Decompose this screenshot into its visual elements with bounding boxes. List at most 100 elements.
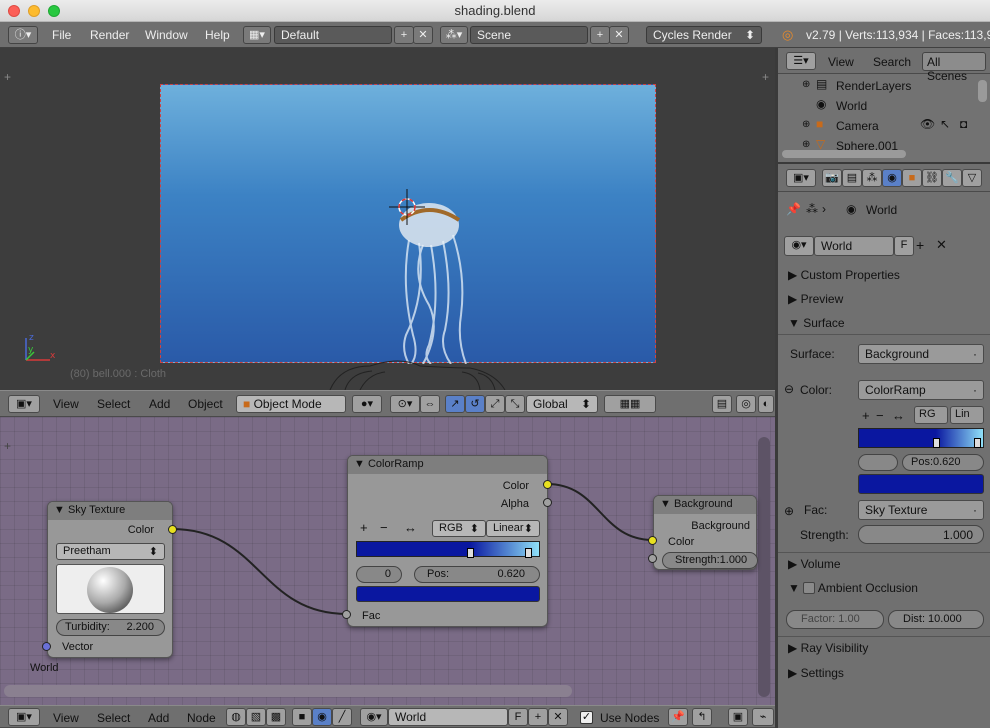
outliner-editor-icon[interactable]: ☰▾ (786, 52, 816, 70)
unlink-world-icon[interactable]: ✕ (548, 708, 568, 726)
ramp-pos-field[interactable]: Pos:0.620 (902, 454, 984, 471)
ramp-remove-stop-icon[interactable]: − (876, 408, 884, 423)
add-scene-icon[interactable]: + (590, 26, 610, 44)
add-world-icon[interactable]: + (528, 708, 548, 726)
shader-type-compositor-icon[interactable]: ▧ (246, 708, 266, 726)
section-ambient-occlusion[interactable]: ▼ Ambient Occlusion (788, 581, 918, 595)
layout-field[interactable]: Default (274, 26, 392, 44)
ramp-stop-handle[interactable] (467, 548, 474, 558)
section-custom-properties[interactable]: ▶ Custom Properties (788, 268, 900, 282)
menu-file[interactable]: File (52, 28, 71, 42)
outliner-horizontal-scrollbar[interactable] (782, 150, 906, 158)
expand-input-icon[interactable]: ⊕ (784, 504, 794, 518)
surface-dropdown[interactable]: Background · (858, 344, 984, 364)
ramp-stop-handle[interactable] (974, 438, 981, 448)
outliner-item[interactable]: World (836, 99, 867, 113)
scene-icon[interactable]: ⁂▾ (440, 26, 468, 44)
ramp-stop-handle[interactable] (933, 438, 940, 448)
ramp-color-swatch[interactable] (858, 474, 984, 494)
render-tab-icon[interactable]: 📷 (822, 169, 842, 187)
ao-checkbox[interactable] (803, 582, 816, 594)
ramp-stop-handle[interactable] (525, 548, 532, 558)
backdrop-icon[interactable]: ▣ (728, 708, 748, 726)
shader-type-object-icon[interactable]: ◍ (226, 708, 246, 726)
menu-render[interactable]: Render (90, 28, 129, 42)
orientation-dropdown[interactable]: Global ⬍ (526, 395, 598, 413)
ramp-remove-stop-icon[interactable]: − (380, 520, 388, 535)
section-surface[interactable]: ▼ Surface (788, 316, 845, 330)
data-tab-icon[interactable]: ▽ (962, 169, 982, 187)
rotate-gizmo-icon[interactable]: ↺ (465, 395, 485, 413)
ramp-pos-field[interactable]: Pos:0.620 (414, 566, 540, 583)
use-nodes-checkbox[interactable]: ✓ (580, 711, 593, 724)
menu-help[interactable]: Help (205, 28, 230, 42)
world-browse-icon[interactable]: ◉▾ (784, 236, 814, 256)
cursor-select-icon[interactable]: ↖ (940, 117, 950, 131)
scene-field[interactable]: Scene (470, 26, 588, 44)
vp-menu-object[interactable]: Object (188, 397, 223, 411)
menu-window[interactable]: Window (145, 28, 188, 42)
layers-tab-icon[interactable]: ▤ (842, 169, 862, 187)
outliner-display-mode[interactable]: All Scenes (922, 52, 986, 83)
vp-menu-add[interactable]: Add (149, 397, 170, 411)
outliner-vertical-scrollbar[interactable] (978, 80, 987, 102)
render-preview-icon[interactable]: ◎ (736, 395, 756, 413)
ramp-gradient-bar[interactable] (356, 541, 540, 558)
bg-strength-input-socket[interactable] (648, 554, 657, 563)
sky-model-dropdown[interactable]: Preetham ⬍ (56, 543, 165, 560)
ramp-mode-dropdown[interactable]: RGB ⬍ (432, 520, 486, 537)
bg-color-input-socket[interactable] (648, 536, 657, 545)
ramp-flip-icon[interactable]: ↔ (892, 408, 905, 423)
node-menu-select[interactable]: Select (97, 711, 130, 725)
sky-node-header[interactable]: ▼ Sky Texture (48, 502, 172, 520)
world-browse-icon[interactable]: ◉▾ (360, 708, 388, 726)
ramp-add-stop-icon[interactable]: + (862, 408, 870, 423)
opengl-render-icon[interactable]: ◐ (758, 395, 774, 413)
object-tab-icon[interactable]: ■ (902, 169, 922, 187)
node-background[interactable]: ▼ Background Background Color Strength:1… (653, 495, 758, 570)
node-sky-texture[interactable]: ▼ Sky Texture Color Preetham ⬍ Turbidity:… (47, 501, 173, 658)
constraints-tab-icon[interactable]: ⛓ (922, 169, 942, 187)
go-parent-icon[interactable]: ↰ (692, 708, 712, 726)
snap-icon[interactable]: ⌁ (752, 708, 774, 726)
outliner-item[interactable]: Camera (836, 119, 879, 133)
collapse-arrow-icon[interactable]: ▼ (54, 504, 65, 516)
collapse-arrow-icon[interactable]: ▼ (660, 498, 671, 510)
world-tab-icon[interactable]: ◉ (882, 169, 902, 187)
world-name-field[interactable]: World (814, 236, 894, 256)
ramp-flip-icon[interactable]: ↔ (404, 520, 417, 535)
editor-type-node-icon[interactable]: ▣▾ (8, 708, 40, 726)
bg-node-header[interactable]: ▼ Background (654, 496, 756, 514)
outliner-tab-search[interactable]: Search (873, 55, 911, 69)
scale-box-icon[interactable]: ⤡ (505, 395, 525, 413)
turbidity-slider[interactable]: Turbidity: 2.200 (56, 619, 165, 636)
remove-layout-icon[interactable]: ✕ (413, 26, 433, 44)
ramp-fac-input-socket[interactable] (342, 610, 351, 619)
unlink-world-icon[interactable]: ✕ (936, 237, 947, 253)
linestyle-shader-icon[interactable]: ╱ (332, 708, 352, 726)
node-color-ramp[interactable]: ▼ ColorRamp Color Alpha + − ↔ RGB ⬍ Linea… (347, 455, 548, 627)
properties-editor-icon[interactable]: ▣▾ (786, 169, 816, 187)
outliner-item[interactable]: Sphere.001 (836, 139, 898, 150)
ramp-color-swatch[interactable] (356, 586, 540, 602)
layer-lock-icon[interactable]: ▤ (712, 395, 732, 413)
collapse-arrow-icon[interactable]: ▼ (354, 458, 365, 470)
node-menu-node[interactable]: Node (187, 711, 216, 725)
editor-type-3d-icon[interactable]: ▣▾ (8, 395, 40, 413)
layout-icon[interactable]: ▦▾ (243, 26, 271, 44)
expand-icon[interactable]: ⊕ (802, 139, 810, 150)
sky-vector-input-socket[interactable] (42, 642, 51, 651)
sky-color-output-socket[interactable] (168, 525, 177, 534)
render-camera-icon[interactable]: ◘ (960, 117, 967, 131)
manipulator-toggle-icon[interactable]: ⇔ (420, 395, 440, 413)
add-layout-icon[interactable]: + (394, 26, 414, 44)
vp-menu-select[interactable]: Select (97, 397, 130, 411)
shading-mode-icon[interactable]: ●▾ (352, 395, 382, 413)
node-menu-view[interactable]: View (53, 711, 79, 725)
properties-editor[interactable]: ▣▾ 📷 ▤ ⁂ ◉ ■ ⛓ 🔧 ▽ 📌 ⁂ › ◉ World ◉▾ Worl… (778, 164, 990, 728)
shader-type-texture-icon[interactable]: ▩ (266, 708, 286, 726)
ramp-node-header[interactable]: ▼ ColorRamp (348, 456, 547, 474)
section-preview[interactable]: ▶ Preview (788, 292, 843, 306)
node-menu-add[interactable]: Add (148, 711, 169, 725)
scene-tab-icon[interactable]: ⁂ (862, 169, 882, 187)
